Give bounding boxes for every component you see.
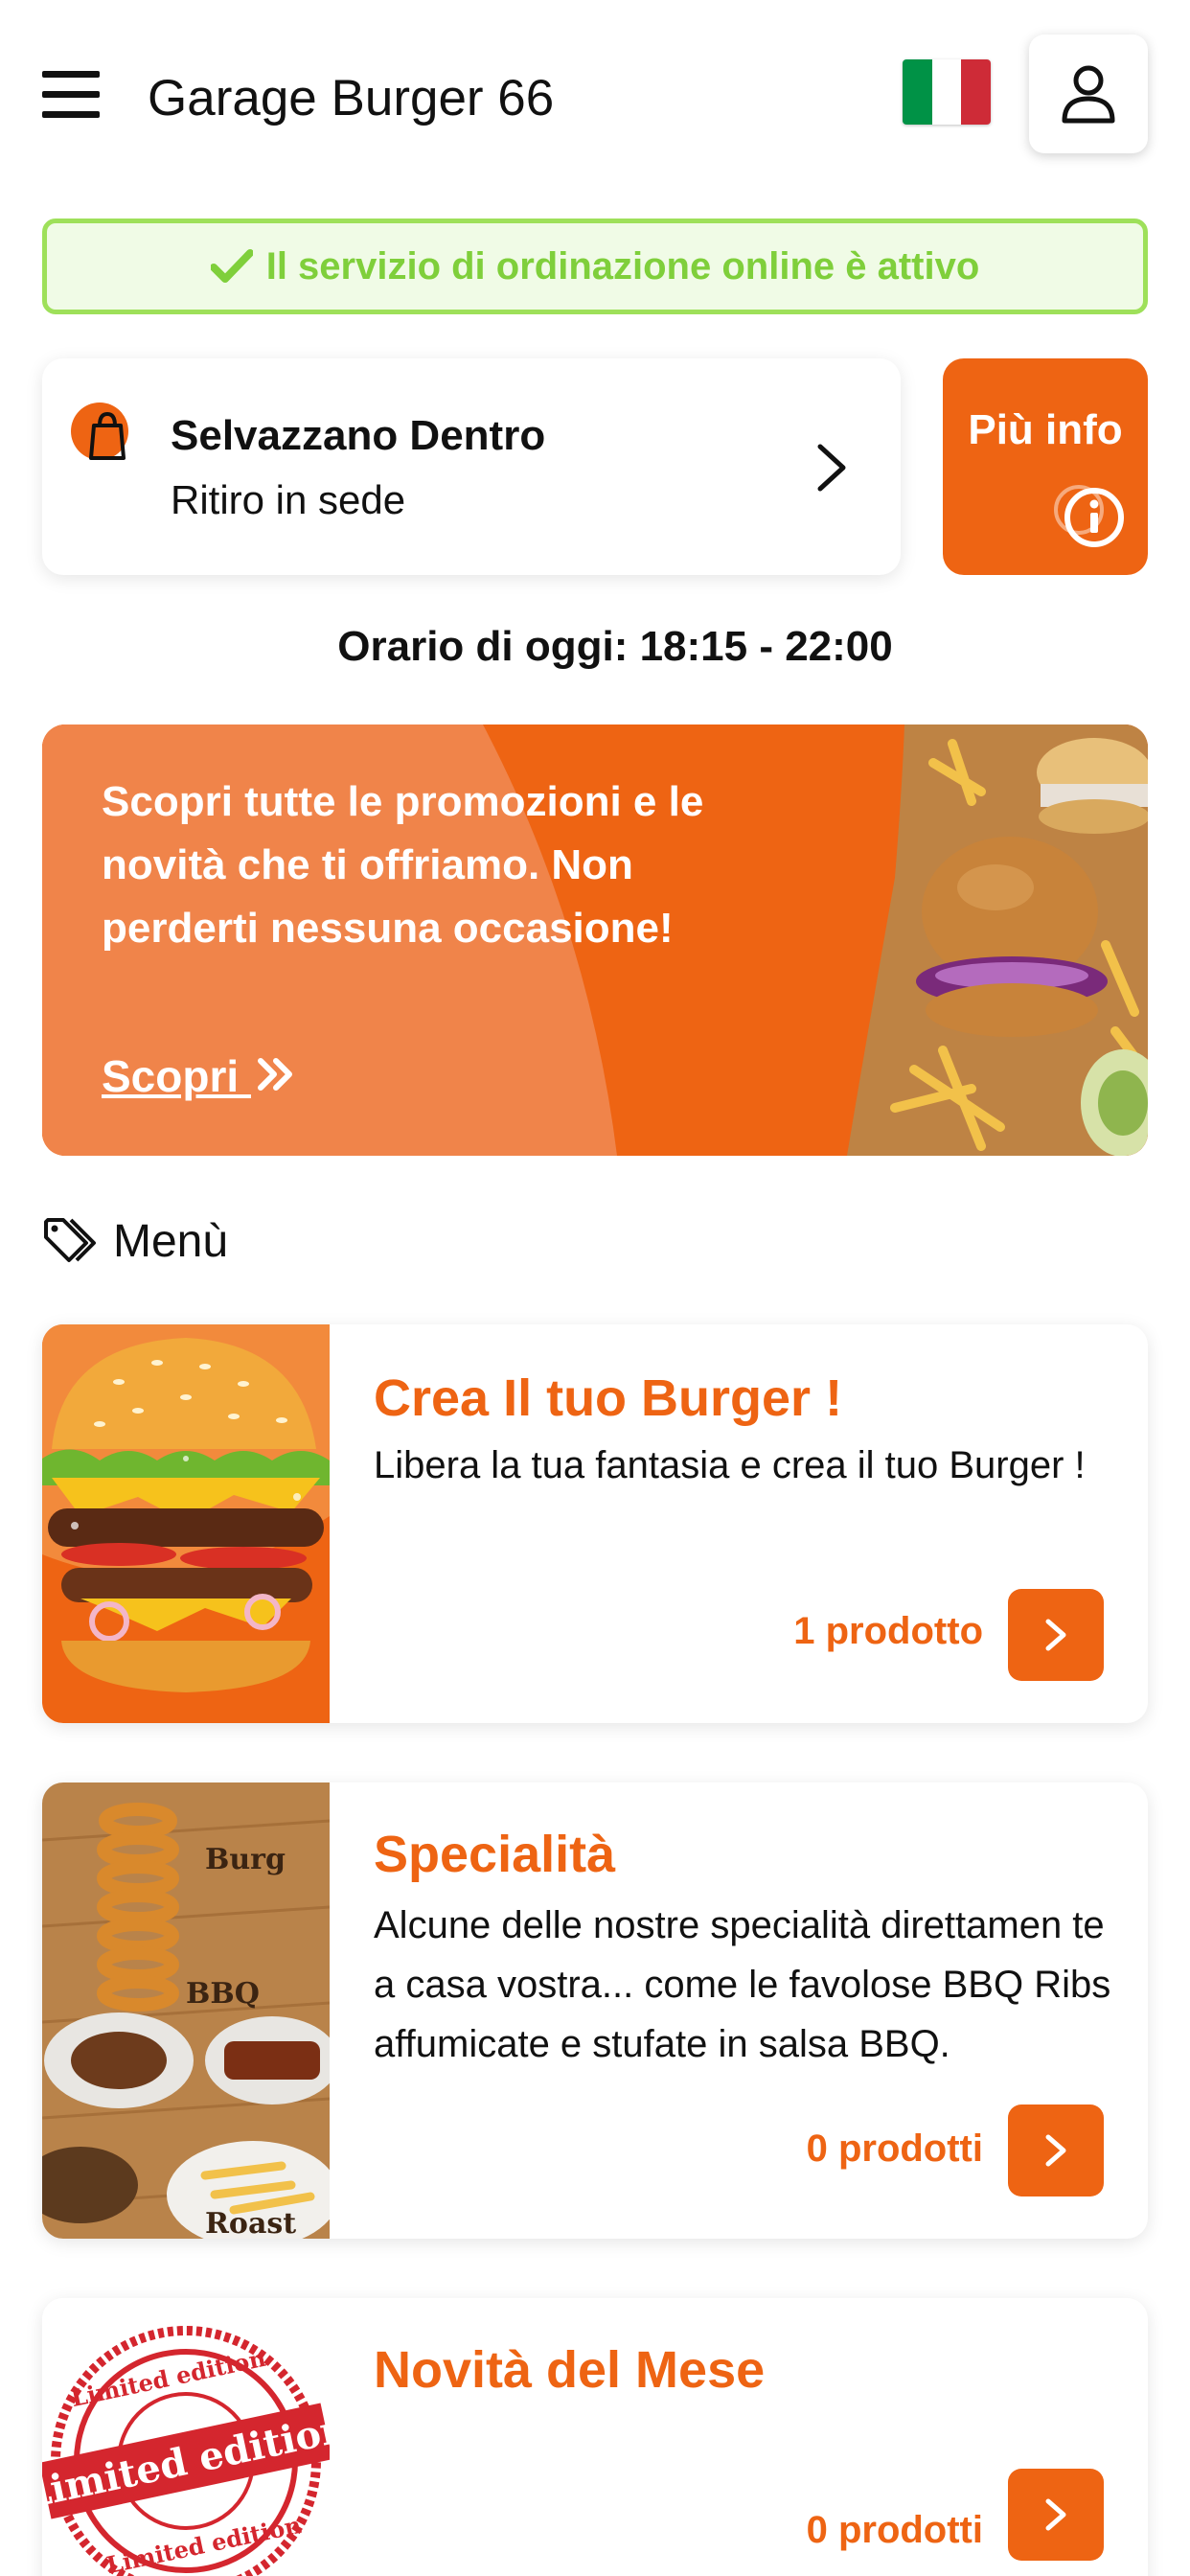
category-description: Libera la tua fantasia e crea il tuo Bur… [374, 1444, 1086, 1486]
more-info-button[interactable]: Più info [943, 358, 1148, 575]
more-info-label: Più info [968, 406, 1123, 453]
specialties-photo: Burg BBQ Roast [42, 1782, 330, 2239]
svg-text:Roast: Roast [205, 2207, 296, 2239]
category-description: Alcune delle nostre specialità direttame… [374, 1904, 1111, 2065]
category-card-create-burger[interactable]: Crea Il tuo Burger ! Libera la tua fanta… [42, 1324, 1148, 1723]
burger-and-fries-photo [847, 724, 1148, 1156]
category-title: Crea Il tuo Burger ! [374, 1369, 843, 1427]
app-header: Garage Burger 66 [0, 0, 1190, 192]
open-category-button[interactable] [1008, 2469, 1104, 2561]
app-title: Garage Burger 66 [148, 70, 555, 126]
menu-section-heading: Menù [42, 1211, 228, 1271]
chevron-right-icon [1045, 2498, 1066, 2531]
svg-text:Burg: Burg [205, 1843, 286, 1876]
double-chevron-right-icon [257, 1058, 292, 1091]
user-icon [1062, 65, 1115, 124]
chevron-right-icon [1045, 2134, 1066, 2167]
status-text: Il servizio di ordinazione online è atti… [265, 244, 980, 288]
info-icon [1054, 485, 1124, 547]
category-product-count: 0 prodotti [806, 2509, 983, 2551]
category-card-monthly-news[interactable]: Limited edition Limited edition Limited … [42, 2298, 1148, 2576]
promo-text: Scopri tutte le promozioni e le novità c… [102, 778, 704, 952]
shopping-bag-icon [71, 402, 128, 460]
category-title: Specialità [374, 1826, 616, 1883]
discover-link[interactable]: Scopri [102, 1050, 295, 1102]
promotions-banner[interactable]: Scopri tutte le promozioni e le novità c… [42, 724, 1148, 1156]
hamburger-menu-icon[interactable] [42, 71, 100, 119]
burger-illustration [42, 1324, 330, 1723]
chevron-right-icon [1045, 1619, 1066, 1651]
pickup-location-selector[interactable]: Selvazzano Dentro Ritiro in sede [42, 358, 901, 575]
category-product-count: 0 prodotti [806, 2128, 983, 2170]
open-category-button[interactable] [1008, 2104, 1104, 2196]
location-name: Selvazzano Dentro [171, 412, 546, 459]
italy-flag-icon[interactable] [903, 59, 991, 125]
category-title: Novità del Mese [374, 2341, 766, 2399]
online-ordering-status-banner: Il servizio di ordinazione online è atti… [42, 218, 1148, 314]
open-category-button[interactable] [1008, 1589, 1104, 1681]
discover-link-label: Scopri [102, 1051, 251, 1101]
category-card-specialties[interactable]: Burg BBQ Roast Specialità Alcune delle n… [42, 1782, 1148, 2239]
menu-heading-label: Menù [113, 1215, 229, 1267]
check-icon [210, 249, 253, 283]
today-opening-hours: Orario di oggi: 18:15 - 22:00 [337, 623, 893, 670]
account-button[interactable] [1029, 34, 1148, 153]
svg-text:BBQ: BBQ [186, 1977, 260, 2011]
limited-edition-stamp: Limited edition Limited edition Limited … [42, 2298, 330, 2576]
tag-icon [44, 1218, 96, 1262]
chevron-right-icon [817, 444, 846, 492]
order-mode: Ritiro in sede [171, 477, 406, 522]
category-product-count: 1 prodotto [793, 1610, 983, 1652]
